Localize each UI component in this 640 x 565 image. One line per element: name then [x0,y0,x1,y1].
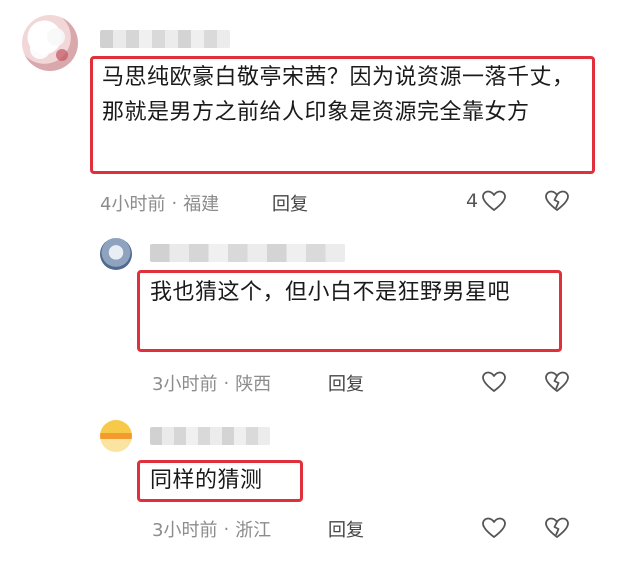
reply-button[interactable]: 回复 [272,190,308,216]
comment-1: 马思纯欧豪白敬亭宋茜？因为说资源一落千丈，那就是男方之前给人印象是资源完全靠女方… [0,0,640,220]
comment-text: 我也猜这个，但小白不是狂野男星吧 [150,280,511,305]
dislike-button[interactable] [544,189,570,213]
avatar[interactable] [100,238,132,270]
location: 浙江 [235,520,272,541]
heart-outline-icon [482,371,506,392]
timestamp: 3小时前 [152,520,218,541]
comment-3: 同样的猜测 3小时前 · 浙江 回复 [0,415,640,565]
timestamp: 4小时前 [100,194,166,215]
like-count: 4 [466,190,479,212]
location: 陕西 [235,374,272,395]
avatar-flower-icon [30,28,68,61]
comment-meta: 3小时前 · 陕西 [152,370,271,396]
meta-separator: · [223,518,230,540]
reply-button[interactable]: 回复 [328,516,364,542]
broken-heart-icon [545,371,569,392]
dislike-button[interactable] [544,370,570,394]
reply-button[interactable]: 回复 [328,370,364,396]
meta-separator: · [171,192,178,214]
broken-heart-icon [545,190,569,211]
timestamp: 3小时前 [152,374,218,395]
broken-heart-icon [545,517,569,538]
username-redacted [150,244,345,262]
comment-meta: 4小时前 · 福建 [100,190,219,216]
location: 福建 [183,194,220,215]
heart-outline-icon [482,190,506,211]
comment-meta: 3小时前 · 浙江 [152,516,271,542]
avatar[interactable] [100,420,132,452]
like-button[interactable]: 4 [466,189,507,213]
meta-separator: · [223,372,230,394]
comment-text: 同样的猜测 [150,468,263,493]
username-redacted [150,427,270,445]
like-button[interactable] [481,370,507,394]
dislike-button[interactable] [544,516,570,540]
comment-2: 我也猜这个，但小白不是狂野男星吧 3小时前 · 陕西 回复 [0,230,640,400]
like-button[interactable] [481,516,507,540]
username-redacted [100,30,230,48]
avatar[interactable] [22,15,78,71]
heart-outline-icon [482,517,506,538]
comment-text: 马思纯欧豪白敬亭宋茜？因为说资源一落千丈，那就是男方之前给人印象是资源完全靠女方 [102,65,575,125]
